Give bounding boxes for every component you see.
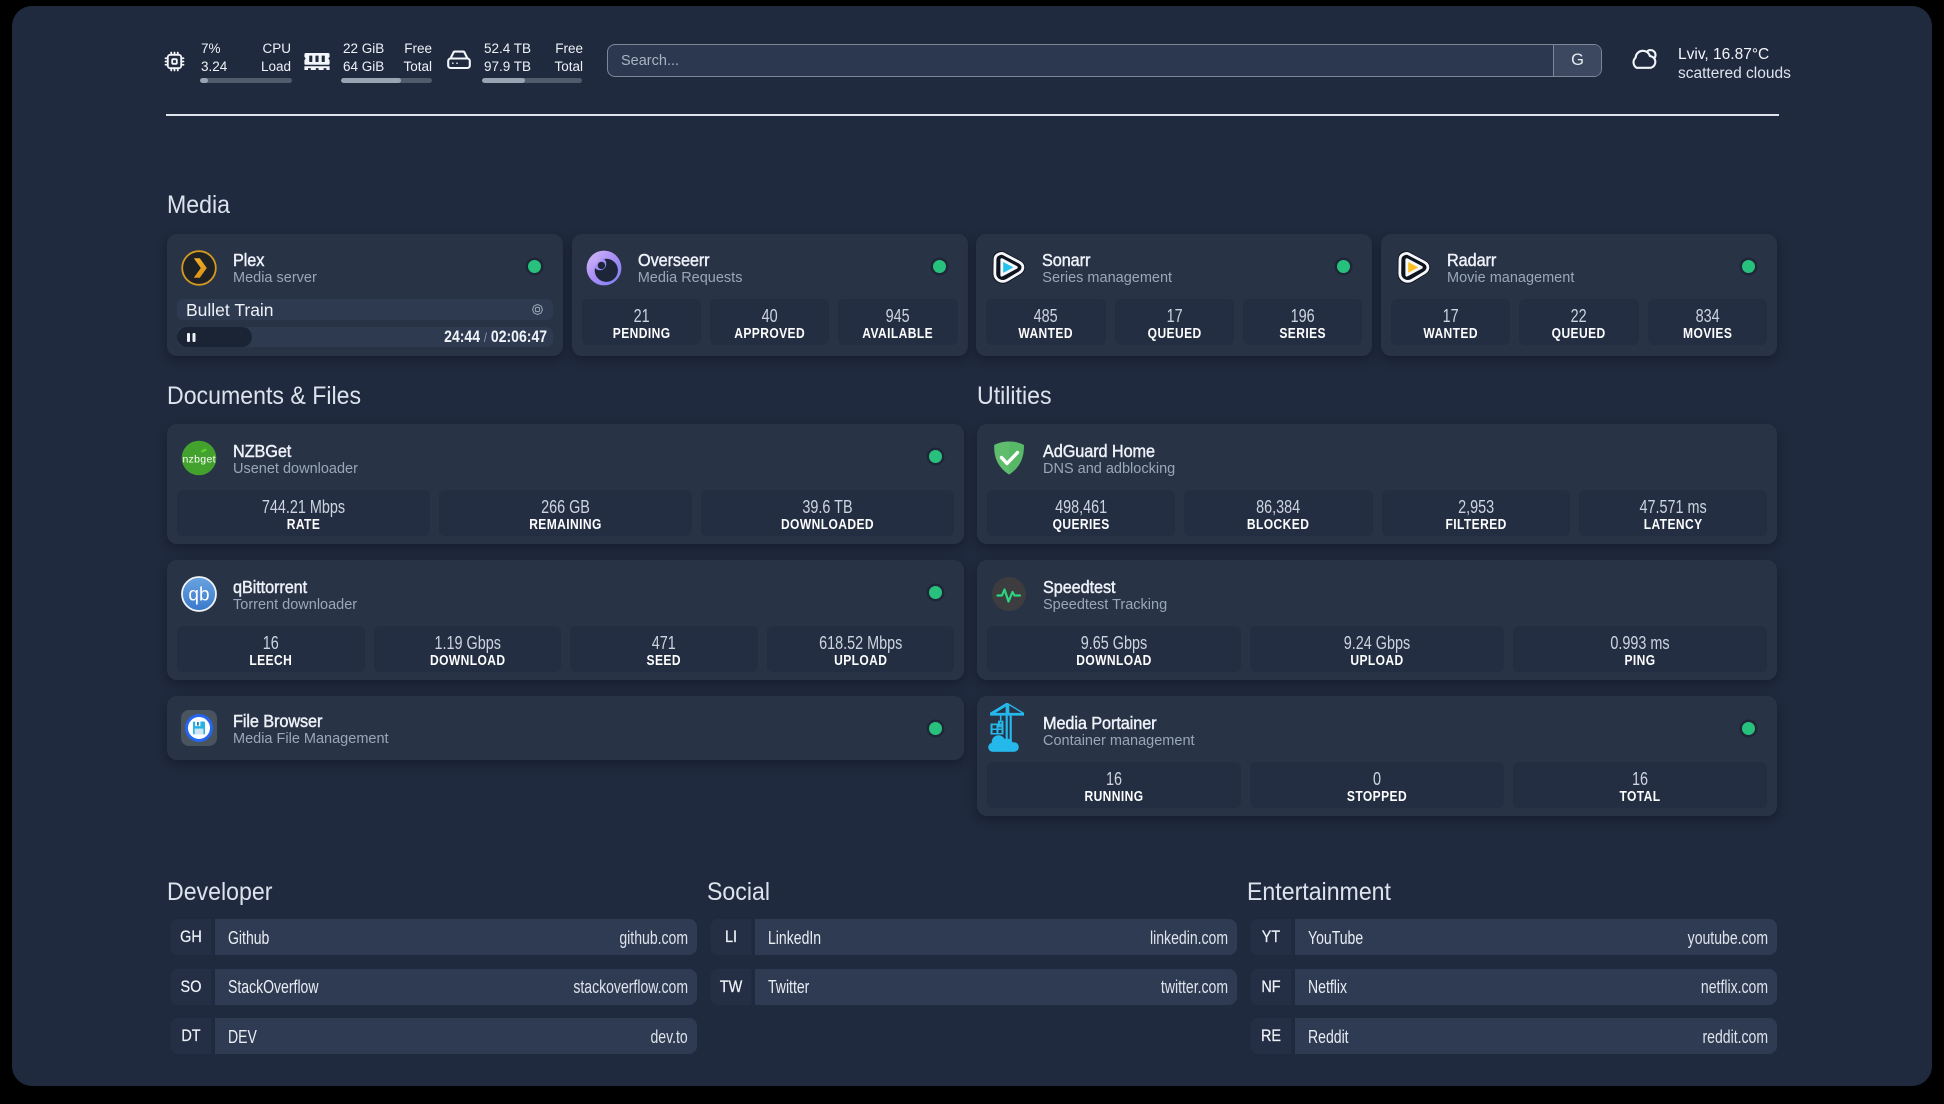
svg-text:qb: qb xyxy=(188,585,209,606)
svg-text:nzbget: nzbget xyxy=(183,453,216,465)
